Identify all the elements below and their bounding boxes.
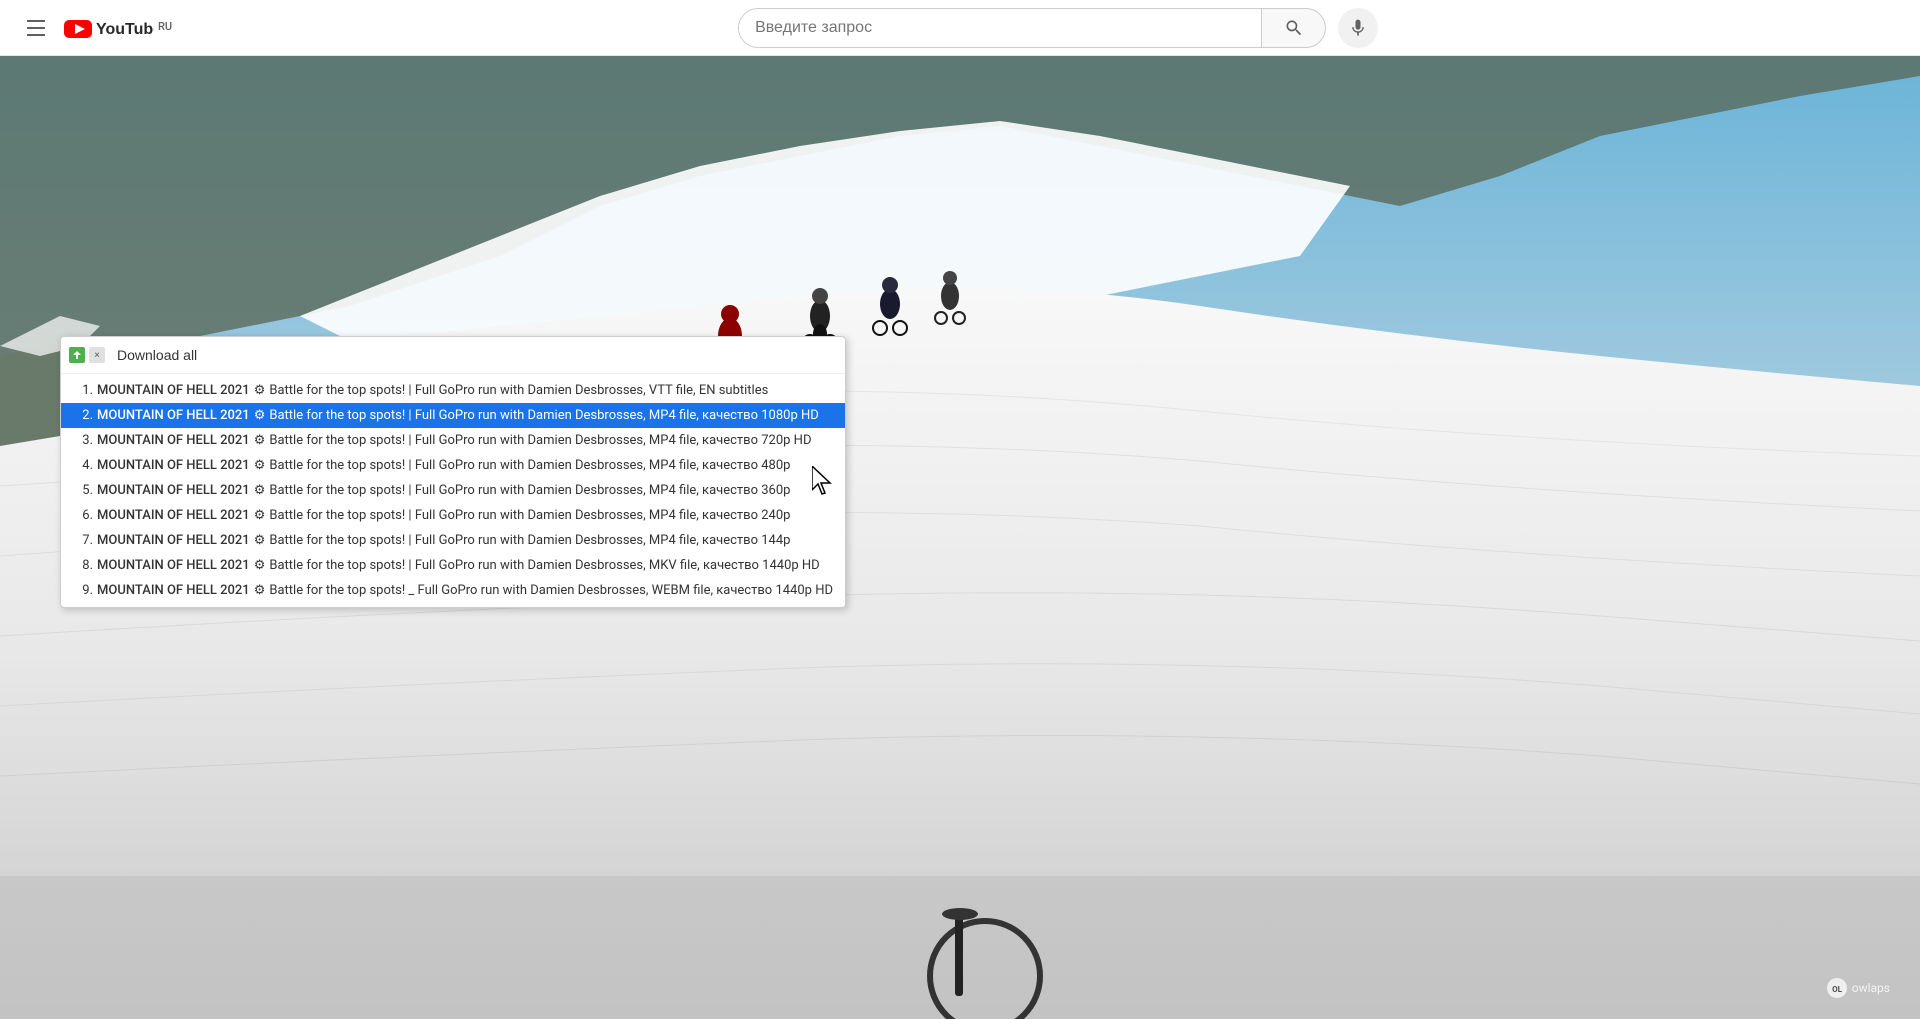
search-container	[738, 8, 1378, 48]
item-details: Battle for the top spots! | Full GoPro r…	[269, 383, 768, 398]
item-title: MOUNTAIN OF HELL 2021	[97, 458, 250, 473]
watermark-text: owlaps	[1852, 981, 1890, 995]
item-title: MOUNTAIN OF HELL 2021	[97, 433, 250, 448]
item-icon: ⚙	[254, 433, 266, 448]
item-icon: ⚙	[254, 508, 266, 523]
panel-icon	[69, 347, 85, 363]
item-icon: ⚙	[254, 383, 266, 398]
video-area: × Download all 1. MOUNTAIN OF HELL 2021 …	[0, 56, 1920, 1019]
download-list-item[interactable]: 7. MOUNTAIN OF HELL 2021 ⚙ Battle for th…	[61, 528, 845, 553]
download-list: 1. MOUNTAIN OF HELL 2021 ⚙ Battle for th…	[61, 374, 845, 607]
item-title: MOUNTAIN OF HELL 2021	[97, 558, 250, 573]
item-title: MOUNTAIN OF HELL 2021	[97, 533, 250, 548]
menu-button[interactable]	[16, 8, 56, 48]
search-input-wrap	[738, 8, 1262, 48]
item-number: 2.	[73, 408, 93, 423]
item-title: MOUNTAIN OF HELL 2021	[97, 383, 250, 398]
download-all-button[interactable]: Download all	[109, 343, 205, 367]
item-number: 6.	[73, 508, 93, 523]
download-list-item[interactable]: 1. MOUNTAIN OF HELL 2021 ⚙ Battle for th…	[61, 378, 845, 403]
download-list-item[interactable]: 8. MOUNTAIN OF HELL 2021 ⚙ Battle for th…	[61, 553, 845, 578]
header: YouTube RU	[0, 0, 1920, 56]
item-number: 7.	[73, 533, 93, 548]
item-title: MOUNTAIN OF HELL 2021	[97, 408, 250, 423]
svg-text:YouTube: YouTube	[96, 21, 154, 38]
download-panel: × Download all 1. MOUNTAIN OF HELL 2021 …	[60, 336, 846, 608]
download-list-item[interactable]: 9. MOUNTAIN OF HELL 2021 ⚙ Battle for th…	[61, 578, 845, 603]
item-number: 8.	[73, 558, 93, 573]
youtube-logo[interactable]: YouTube RU	[64, 18, 172, 38]
item-title: MOUNTAIN OF HELL 2021	[97, 583, 250, 598]
item-details: Battle for the top spots! | Full GoPro r…	[269, 533, 790, 548]
panel-header: × Download all	[61, 337, 845, 374]
main-content: × Download all 1. MOUNTAIN OF HELL 2021 …	[0, 0, 1920, 1019]
item-details: Battle for the top spots! | Full GoPro r…	[269, 508, 790, 523]
search-button[interactable]	[1262, 8, 1326, 48]
download-list-item[interactable]: 6. MOUNTAIN OF HELL 2021 ⚙ Battle for th…	[61, 503, 845, 528]
item-icon: ⚙	[254, 483, 266, 498]
watermark: OL owlaps	[1826, 977, 1890, 999]
item-details: Battle for the top spots! | Full GoPro r…	[269, 458, 790, 473]
item-details: Battle for the top spots! _ Full GoPro r…	[269, 583, 833, 598]
item-title: MOUNTAIN OF HELL 2021	[97, 483, 250, 498]
watermark-icon: OL	[1826, 977, 1848, 999]
search-icon	[1284, 18, 1304, 38]
download-list-item[interactable]: 5. MOUNTAIN OF HELL 2021 ⚙ Battle for th…	[61, 478, 845, 503]
svg-text:OL: OL	[1832, 985, 1843, 994]
item-number: 3.	[73, 433, 93, 448]
download-list-item[interactable]: 4. MOUNTAIN OF HELL 2021 ⚙ Battle for th…	[61, 453, 845, 478]
item-details: Battle for the top spots! | Full GoPro r…	[269, 408, 818, 423]
item-details: Battle for the top spots! | Full GoPro r…	[269, 433, 811, 448]
download-list-item[interactable]: 3. MOUNTAIN OF HELL 2021 ⚙ Battle for th…	[61, 428, 845, 453]
item-details: Battle for the top spots! | Full GoPro r…	[269, 558, 819, 573]
mic-button[interactable]	[1338, 8, 1378, 48]
item-number: 5.	[73, 483, 93, 498]
download-list-item[interactable]: 2. MOUNTAIN OF HELL 2021 ⚙ Battle for th…	[61, 403, 845, 428]
mic-icon	[1348, 18, 1368, 38]
item-icon: ⚙	[254, 583, 266, 598]
item-icon: ⚙	[254, 408, 266, 423]
item-title: MOUNTAIN OF HELL 2021	[97, 508, 250, 523]
panel-close-button[interactable]: ×	[89, 347, 105, 363]
youtube-logo-icon: YouTube	[64, 18, 154, 38]
item-icon: ⚙	[254, 558, 266, 573]
item-number: 4.	[73, 458, 93, 473]
item-icon: ⚙	[254, 533, 266, 548]
item-details: Battle for the top spots! | Full GoPro r…	[269, 483, 790, 498]
item-number: 1.	[73, 383, 93, 398]
logo-country: RU	[158, 20, 172, 33]
search-input[interactable]	[739, 9, 1261, 47]
item-icon: ⚙	[254, 458, 266, 473]
item-number: 9.	[73, 583, 93, 598]
